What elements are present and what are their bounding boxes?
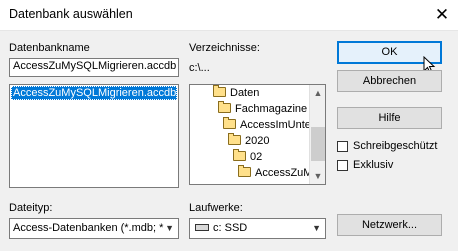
open-folder-icon — [218, 101, 231, 113]
chevron-down-icon: ▼ — [312, 223, 321, 233]
tree-item-label: AccessZuM — [255, 167, 313, 179]
tree-item[interactable]: Fachmagazine — [218, 101, 307, 117]
close-icon[interactable]: ✕ — [427, 0, 457, 30]
open-folder-icon — [238, 165, 251, 177]
network-button[interactable]: Netzwerk... — [337, 214, 442, 236]
scroll-down-icon[interactable]: ▼ — [310, 168, 325, 184]
db-name-input[interactable]: AccessZuMySQLMigrieren.accdb — [9, 58, 179, 77]
drive-value-wrap: c: SSD — [195, 222, 247, 234]
exclusive-label: Exklusiv — [353, 159, 394, 171]
tree-item[interactable]: AccessZuM — [238, 165, 312, 181]
open-folder-icon — [228, 133, 241, 145]
scroll-thumb[interactable] — [311, 127, 325, 161]
drives-label: Laufwerke: — [189, 202, 243, 214]
drive-icon — [195, 224, 209, 231]
cancel-button[interactable]: Abbrechen — [337, 70, 442, 92]
tree-item[interactable]: 2020 — [228, 133, 269, 149]
tree-item-label: Daten — [230, 87, 260, 99]
drive-value: c: SSD — [213, 222, 248, 234]
current-path: c:\... — [189, 62, 210, 74]
directory-scrollbar[interactable]: ▲ ▼ — [309, 85, 325, 184]
db-name-label: Datenbankname — [9, 42, 90, 54]
tree-item-label: AccessImUnte — [240, 119, 311, 131]
help-button[interactable]: Hilfe — [337, 107, 442, 129]
file-type-select[interactable]: Access-Datenbanken (*.mdb; * ▼ — [9, 218, 179, 239]
tree-item[interactable]: 02 — [233, 149, 262, 165]
scroll-up-icon[interactable]: ▲ — [310, 85, 325, 101]
tree-item-label: 02 — [250, 151, 263, 163]
directory-tree[interactable]: Daten Fachmagazine AccessImUnte 2020 02 … — [189, 84, 326, 185]
drive-select[interactable]: c: SSD ▼ — [189, 218, 326, 239]
window-title: Datenbank auswählen — [9, 7, 133, 21]
directories-label: Verzeichnisse: — [189, 42, 260, 54]
open-folder-icon — [213, 85, 226, 97]
file-type-label: Dateityp: — [9, 202, 53, 214]
tree-item-label: Fachmagazine — [235, 103, 308, 115]
readonly-checkbox[interactable] — [337, 141, 348, 152]
tree-item[interactable]: Daten — [213, 85, 259, 101]
chevron-down-icon: ▼ — [165, 223, 174, 233]
open-folder-icon — [233, 149, 246, 161]
file-list[interactable]: AccessZuMySQLMigrieren.accdb — [9, 84, 179, 188]
tree-item[interactable]: AccessImUnte — [223, 117, 311, 133]
tree-item-label: 2020 — [245, 135, 270, 147]
file-type-value: Access-Datenbanken (*.mdb; * — [13, 222, 164, 234]
open-folder-icon — [223, 117, 236, 129]
file-list-item[interactable]: AccessZuMySQLMigrieren.accdb — [11, 86, 177, 100]
readonly-label: Schreibgeschützt — [353, 140, 438, 152]
exclusive-checkbox[interactable] — [337, 160, 348, 171]
